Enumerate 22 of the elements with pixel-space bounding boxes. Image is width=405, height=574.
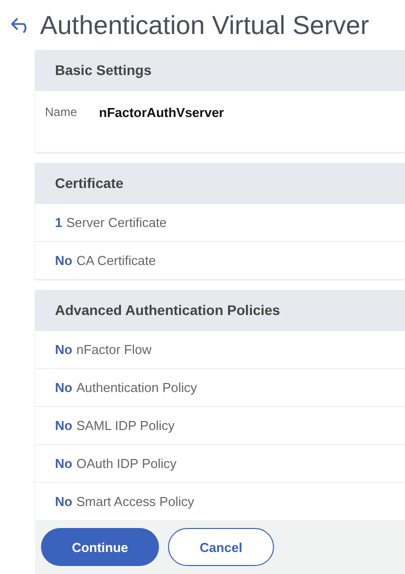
item-label: SAML IDP Policy	[76, 418, 175, 433]
item-label: OAuth IDP Policy	[76, 456, 177, 471]
count-link[interactable]: No	[55, 342, 72, 357]
section-header: Certificate	[35, 163, 405, 204]
count-link[interactable]: 1	[55, 215, 62, 230]
item-label: nFactor Flow	[76, 342, 152, 357]
field-label: Name	[45, 105, 78, 119]
cancel-button[interactable]: Cancel	[168, 528, 274, 566]
count-link[interactable]: No	[55, 456, 72, 471]
count-link[interactable]: No	[55, 380, 72, 395]
count-link[interactable]: No	[55, 418, 72, 433]
item-label: CA Certificate	[76, 253, 156, 268]
section-header: Basic Settings	[35, 50, 405, 91]
item-label: Smart Access Policy	[76, 494, 194, 509]
field-value: nFactorAuthVserver	[99, 104, 224, 120]
item-label: Authentication Policy	[76, 380, 198, 395]
item-label: Server Certificate	[66, 215, 167, 230]
section-header: Advanced Authentication Policies	[35, 290, 405, 331]
page-title: Authentication Virtual Server	[40, 10, 370, 40]
continue-button[interactable]: Continue	[41, 528, 159, 566]
count-link[interactable]: No	[55, 253, 72, 268]
count-link[interactable]: No	[55, 494, 72, 509]
